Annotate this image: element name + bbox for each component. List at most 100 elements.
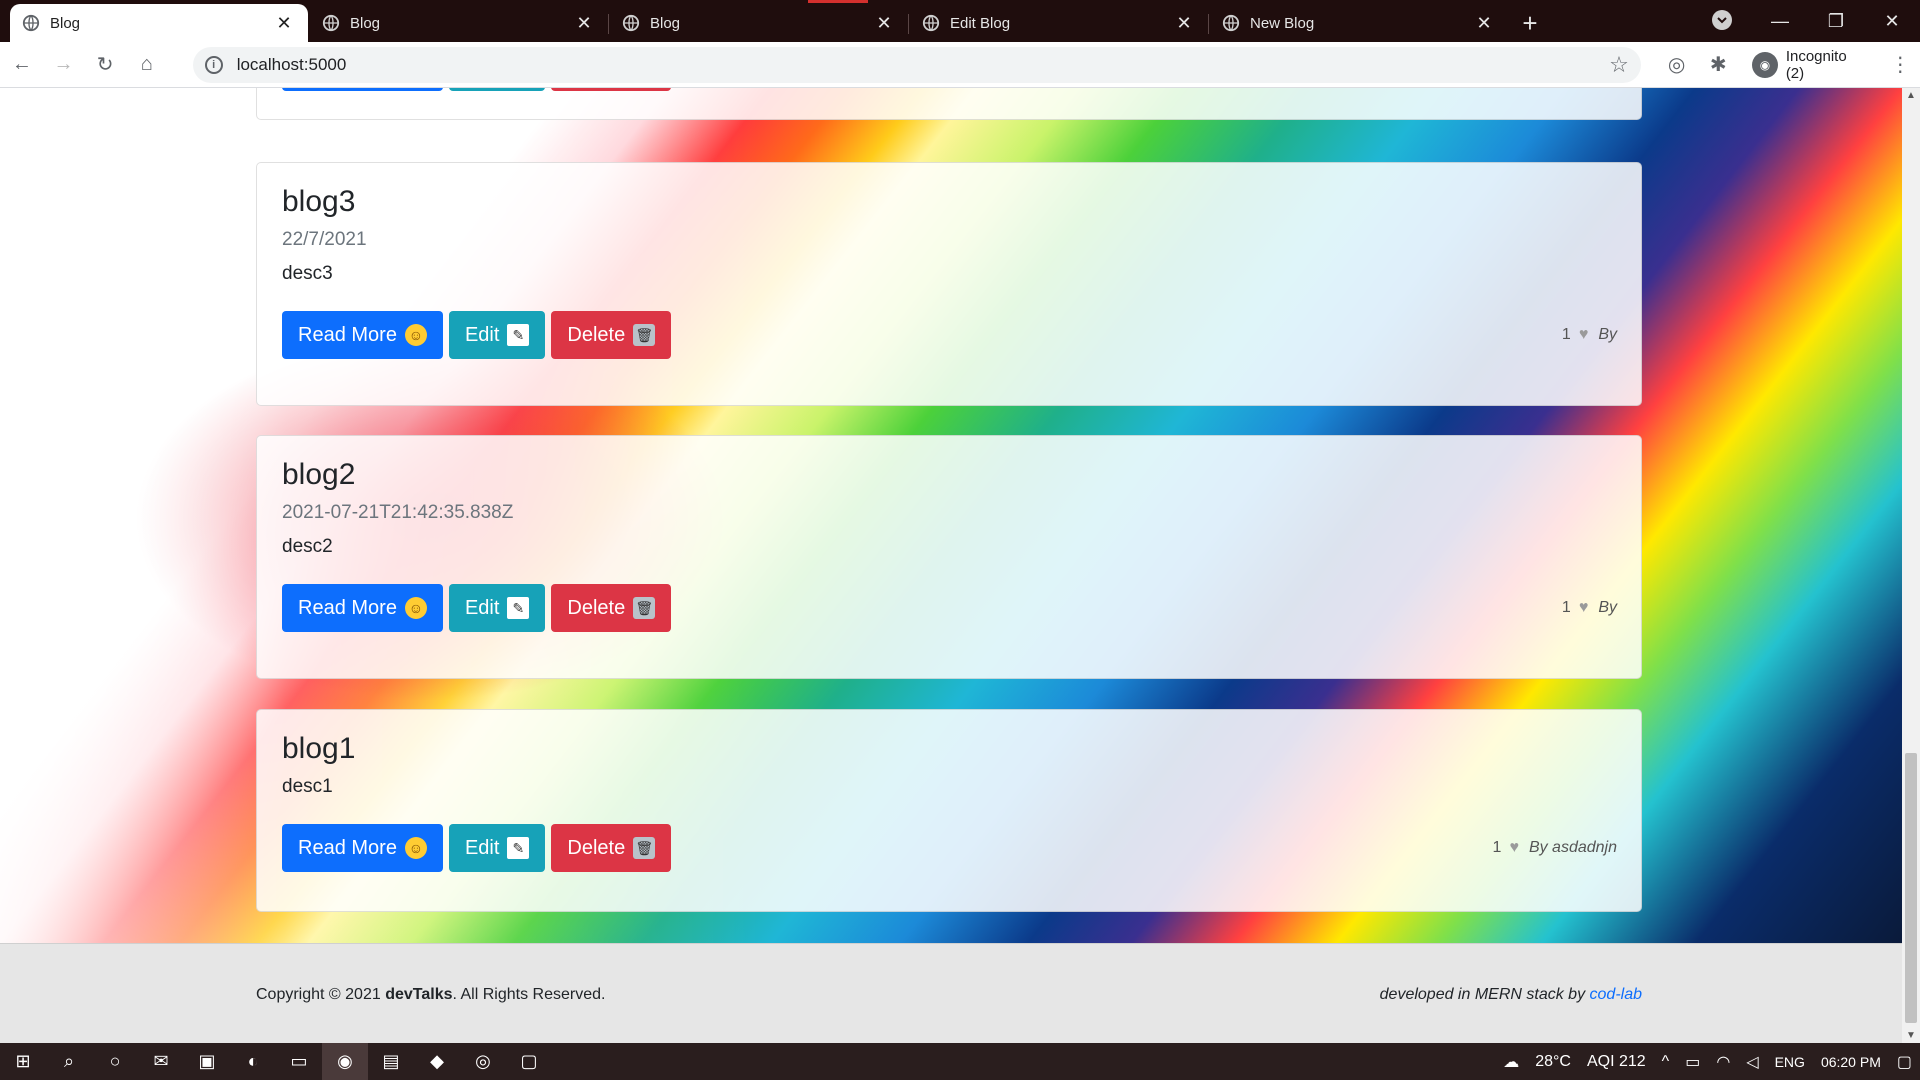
globe-icon <box>322 14 340 32</box>
delete-button[interactable]: Delete🗑 <box>551 311 672 359</box>
blog-title: blog3 <box>282 185 356 218</box>
tab-loading-indicator <box>808 0 868 3</box>
search-icon[interactable]: ⌕ <box>46 1043 92 1080</box>
developer-credit: developed in MERN stack by cod-lab <box>1379 986 1642 1003</box>
read-more-button[interactable]: Read More☺ <box>282 311 443 359</box>
globe-icon <box>922 14 940 32</box>
weather-temp[interactable]: 28°C <box>1535 1053 1571 1071</box>
vscode-icon[interactable]: ◆ <box>414 1043 460 1080</box>
reload-icon[interactable]: ↻ <box>85 45 125 85</box>
blog-meta: 1 ♥ By <box>1562 599 1617 617</box>
memo-icon: ✎ <box>507 597 530 619</box>
forward-arrow-icon[interactable]: → <box>44 45 84 85</box>
blog-meta: 1 ♥ By asdadnjn <box>1493 839 1617 857</box>
scroll-down-icon[interactable]: ▼ <box>1906 1030 1916 1041</box>
heart-icon[interactable]: ♥ <box>1579 599 1589 617</box>
aqi-text[interactable]: AQI 212 <box>1587 1053 1646 1071</box>
browser-tab-strip: Blog ✕ Blog ✕ Blog ✕ Edit Blog ✕ New Blo… <box>0 0 1920 42</box>
author-text: By <box>1598 326 1617 343</box>
close-icon[interactable]: ✕ <box>274 13 294 34</box>
puzzle-icon[interactable]: ✱ <box>1698 45 1738 85</box>
home-icon[interactable]: ⌂ <box>127 45 167 85</box>
app-icon[interactable]: ▣ <box>184 1043 230 1080</box>
tab-new-blog[interactable]: New Blog ✕ <box>1210 4 1508 42</box>
tab-search-button[interactable] <box>1712 10 1732 30</box>
extension-icon[interactable]: ◎ <box>1657 45 1697 85</box>
incognito-button[interactable]: ◉ Incognito (2) <box>1748 48 1878 82</box>
delete-button[interactable]: Delete🗑 <box>551 584 672 632</box>
globe-icon <box>622 14 640 32</box>
page-scrollbar[interactable]: ▲ ▼ <box>1902 88 1920 1043</box>
like-count: 1 <box>1561 326 1571 343</box>
url-text[interactable]: localhost:5000 <box>237 55 1609 75</box>
windows-start-icon[interactable]: ⊞ <box>0 1043 46 1080</box>
delete-button[interactable]: Delete🗑 <box>551 824 672 872</box>
tab-blog-2[interactable]: Blog ✕ <box>310 4 609 42</box>
browser-toolbar: ← → ↻ ⌂ i localhost:5000 ☆ ◎ ✱ ◉ Incogni… <box>0 42 1920 88</box>
chrome-icon[interactable]: ◉ <box>322 1043 368 1080</box>
volume-icon[interactable]: ◁ <box>1746 1052 1758 1072</box>
system-tray: ☁ 28°C AQI 212 ^ ▭ ◠ ◁ ENG 06:20 PM ▢ <box>1495 1052 1920 1072</box>
read-more-button[interactable]: Read More☺ <box>282 88 443 91</box>
address-bar[interactable]: i localhost:5000 ☆ <box>192 46 1641 83</box>
globe-icon <box>1222 14 1240 32</box>
wifi-icon[interactable]: ◠ <box>1716 1052 1730 1072</box>
delete-button[interactable]: Delete🗑 <box>551 88 672 91</box>
tab-title: Blog <box>350 14 381 32</box>
close-icon[interactable]: ✕ <box>1474 13 1494 34</box>
restore-icon[interactable]: ❐ <box>1808 0 1864 42</box>
edge-icon[interactable]: ◐ <box>230 1043 276 1080</box>
read-more-button[interactable]: Read More☺ <box>282 584 443 632</box>
clock[interactable]: 06:20 PM <box>1821 1054 1881 1070</box>
page-footer: Copyright © 2021 devTalks. All Rights Re… <box>0 943 1902 1043</box>
language-indicator[interactable]: ENG <box>1775 1054 1805 1070</box>
close-icon[interactable]: ✕ <box>1174 13 1194 34</box>
blog-description: desc1 <box>282 776 333 797</box>
cod-lab-link[interactable]: cod-lab <box>1590 986 1642 1003</box>
blog-description: desc2 <box>282 536 333 557</box>
cortana-icon[interactable]: ○ <box>92 1043 138 1080</box>
info-icon[interactable]: i <box>204 55 223 74</box>
tab-title: Blog <box>650 14 681 32</box>
tab-edit-blog[interactable]: Edit Blog ✕ <box>910 4 1209 42</box>
star-icon[interactable]: ☆ <box>1609 52 1629 78</box>
folder-icon[interactable]: ▭ <box>276 1043 322 1080</box>
tab-blog-3[interactable]: Blog ✕ <box>610 4 909 42</box>
tab-title: Blog <box>50 14 81 32</box>
window-controls: — ❐ ✕ <box>1752 0 1920 42</box>
notification-icon[interactable]: ▢ <box>1897 1052 1912 1072</box>
tab-blog-1[interactable]: Blog ✕ <box>10 4 308 42</box>
battery-icon[interactable]: ▭ <box>1685 1052 1700 1072</box>
edit-button[interactable]: Edit✎ <box>448 88 546 91</box>
terminal-icon[interactable]: ▤ <box>368 1043 414 1080</box>
tab-title: New Blog <box>1250 14 1315 32</box>
heart-icon[interactable]: ♥ <box>1509 839 1519 857</box>
trash-icon: 🗑 <box>633 837 656 859</box>
menu-icon[interactable]: ⋮ <box>1880 45 1920 85</box>
close-window-icon[interactable]: ✕ <box>1864 0 1920 42</box>
blog-date: 22/7/2021 <box>282 229 367 250</box>
smile-icon: ☺ <box>404 597 427 619</box>
blog-title: blog2 <box>282 458 356 491</box>
minimize-icon[interactable]: — <box>1752 0 1808 42</box>
weather-icon[interactable]: ☁ <box>1503 1052 1519 1072</box>
window-app-icon[interactable]: ▢ <box>506 1043 552 1080</box>
edit-button[interactable]: Edit✎ <box>448 824 546 872</box>
new-tab-button[interactable]: + <box>1508 4 1552 42</box>
incognito-icon: ◉ <box>1752 51 1778 78</box>
like-count: 1 <box>1561 599 1571 616</box>
mail-icon[interactable]: ✉ <box>138 1043 184 1080</box>
chevron-up-icon[interactable]: ^ <box>1662 1053 1670 1071</box>
edit-button[interactable]: Edit✎ <box>448 584 546 632</box>
brand-name: devTalks <box>385 986 453 1003</box>
read-more-button[interactable]: Read More☺ <box>282 824 443 872</box>
close-icon[interactable]: ✕ <box>874 13 894 34</box>
heart-icon[interactable]: ♥ <box>1579 326 1589 344</box>
scroll-up-icon[interactable]: ▲ <box>1906 90 1916 101</box>
close-icon[interactable]: ✕ <box>574 13 594 34</box>
whatsapp-icon[interactable]: ◎ <box>460 1043 506 1080</box>
edit-button[interactable]: Edit✎ <box>448 311 546 359</box>
scrollbar-thumb[interactable] <box>1905 753 1917 1023</box>
back-arrow-icon[interactable]: ← <box>2 45 42 85</box>
blog-card: blog2 2021-07-21T21:42:35.838Z desc2 Rea… <box>256 435 1642 679</box>
